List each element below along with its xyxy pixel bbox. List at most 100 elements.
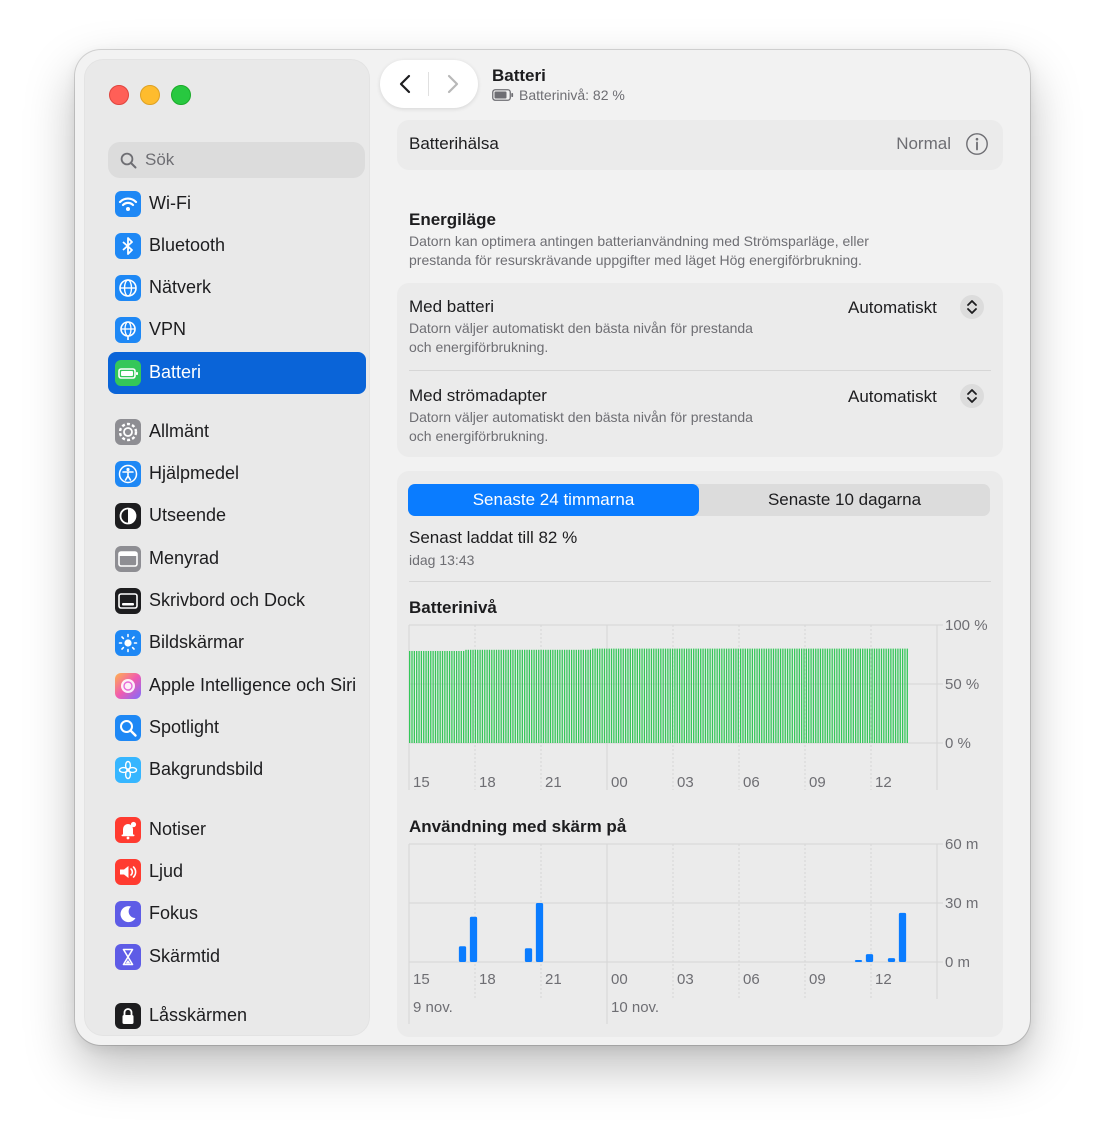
bar <box>801 648 803 743</box>
bar <box>514 649 516 743</box>
flower-icon <box>115 757 141 783</box>
bar <box>688 648 690 743</box>
sidebar-item-label: Bluetooth <box>149 235 226 255</box>
bar <box>742 648 744 743</box>
bar <box>702 648 704 743</box>
sidebar-item-network[interactable]: Nätverk <box>108 267 366 309</box>
magnifier-icon <box>115 715 141 741</box>
forward-button[interactable] <box>439 71 465 97</box>
sidebar-item-lock-screen[interactable]: Låsskärmen <box>108 995 366 1037</box>
battery-mode-stepper-icon[interactable] <box>960 295 984 319</box>
bar <box>770 648 772 743</box>
bar <box>469 916 478 962</box>
bar <box>697 648 700 743</box>
bar <box>500 649 502 743</box>
bar <box>885 648 887 743</box>
y-tick-label: 100 % <box>945 617 988 634</box>
battery-mode-select[interactable]: Automatiskt <box>848 298 937 318</box>
sidebar-item-bluetooth[interactable]: Bluetooth <box>108 225 366 267</box>
tab-last-10-days[interactable]: Senaste 10 dagarna <box>699 484 990 516</box>
x-tick-label: 21 <box>545 774 562 791</box>
bar <box>561 649 563 743</box>
bar <box>735 648 737 743</box>
bar <box>721 648 723 743</box>
sidebar-item-appearance[interactable]: Utseende <box>108 495 366 537</box>
bar <box>906 648 908 743</box>
y-tick-label: 0 % <box>945 735 971 752</box>
bar <box>700 648 702 743</box>
x-tick-label: 21 <box>545 971 562 988</box>
sidebar: Sök Wi-Fi Bluetooth Nätverk VPN Batteri … <box>85 60 369 1035</box>
bar <box>427 650 430 743</box>
bar <box>678 648 681 743</box>
adapter-mode-stepper-icon[interactable] <box>960 384 984 408</box>
sidebar-item-notifications[interactable]: Notiser <box>108 809 366 851</box>
bar <box>676 648 678 743</box>
sidebar-item-sound[interactable]: Ljud <box>108 851 366 893</box>
sidebar-item-general[interactable]: Allmänt <box>108 411 366 453</box>
bar <box>589 649 592 743</box>
battery-mode-desc: Datorn väljer automatiskt den bästa nivå… <box>409 320 753 336</box>
sidebar-item-desktop-dock[interactable]: Skrivbord och Dock <box>108 580 366 622</box>
bar <box>836 648 838 743</box>
bar <box>617 648 620 743</box>
x-tick-label: 12 <box>875 971 892 988</box>
bar <box>826 648 829 743</box>
bar <box>793 648 796 743</box>
bar <box>472 649 474 743</box>
bar <box>862 648 864 743</box>
sidebar-item-label: Allmänt <box>149 421 210 441</box>
battery-mode-desc: och energiförbrukning. <box>409 339 549 355</box>
sidebar-item-wifi[interactable]: Wi-Fi <box>108 183 366 225</box>
bar <box>493 649 495 743</box>
back-button[interactable] <box>393 71 419 97</box>
info-icon[interactable] <box>965 132 989 161</box>
sidebar-item-accessibility[interactable]: Hjälpmedel <box>108 453 366 495</box>
x-tick-label: 18 <box>479 971 496 988</box>
bar <box>498 649 500 743</box>
bar <box>829 648 831 743</box>
close-button[interactable] <box>109 85 129 105</box>
bar <box>636 648 638 743</box>
sidebar-item-wallpaper[interactable]: Bakgrundsbild <box>108 749 366 791</box>
bar <box>606 648 608 743</box>
sidebar-item-label: Bildskärmar <box>149 632 245 652</box>
bar <box>613 648 615 743</box>
bar <box>833 648 836 743</box>
sidebar-item-screen-time[interactable]: Skärmtid <box>108 936 366 978</box>
bar <box>775 648 777 743</box>
accessibility-icon <box>115 461 141 487</box>
sidebar-item-label: Notiser <box>149 819 207 839</box>
bar <box>547 649 549 743</box>
sidebar-item-menubar[interactable]: Menyrad <box>108 538 366 580</box>
adapter-mode-select[interactable]: Automatiskt <box>848 387 937 407</box>
sidebar-item-vpn[interactable]: VPN <box>108 309 366 351</box>
battery-level-chart: 100 % 50 % 0 % 15 18 21 00 03 06 09 12 <box>408 617 988 791</box>
sidebar-item-spotlight[interactable]: Spotlight <box>108 707 366 749</box>
bar <box>709 648 711 743</box>
bar <box>716 648 718 743</box>
sidebar-item-battery[interactable]: Batteri <box>108 352 366 394</box>
battery-level-text: Batterinivå: 82 % <box>519 87 625 103</box>
tab-last-24-hours[interactable]: Senaste 24 timmarna <box>408 484 699 516</box>
sidebar-item-apple-intelligence-siri[interactable]: Apple Intelligence och Siri <box>108 665 366 707</box>
bar <box>641 648 643 743</box>
search-field[interactable]: Sök <box>108 142 365 178</box>
bar <box>587 649 589 743</box>
menubar-icon <box>115 546 141 572</box>
sidebar-item-displays[interactable]: Bildskärmar <box>108 622 366 664</box>
battery-icon <box>115 360 141 386</box>
bar <box>747 648 749 743</box>
search-icon <box>120 152 137 174</box>
zoom-button[interactable] <box>171 85 191 105</box>
minimize-button[interactable] <box>140 85 160 105</box>
sidebar-item-label: Hjälpmedel <box>149 463 240 483</box>
bar <box>761 648 763 743</box>
bar <box>899 648 901 743</box>
bar <box>864 648 866 743</box>
sidebar-item-focus[interactable]: Fokus <box>108 893 366 935</box>
sidebar-item-label: Spotlight <box>149 717 220 737</box>
bar <box>660 648 662 743</box>
bar <box>840 648 843 743</box>
bar <box>474 649 477 743</box>
